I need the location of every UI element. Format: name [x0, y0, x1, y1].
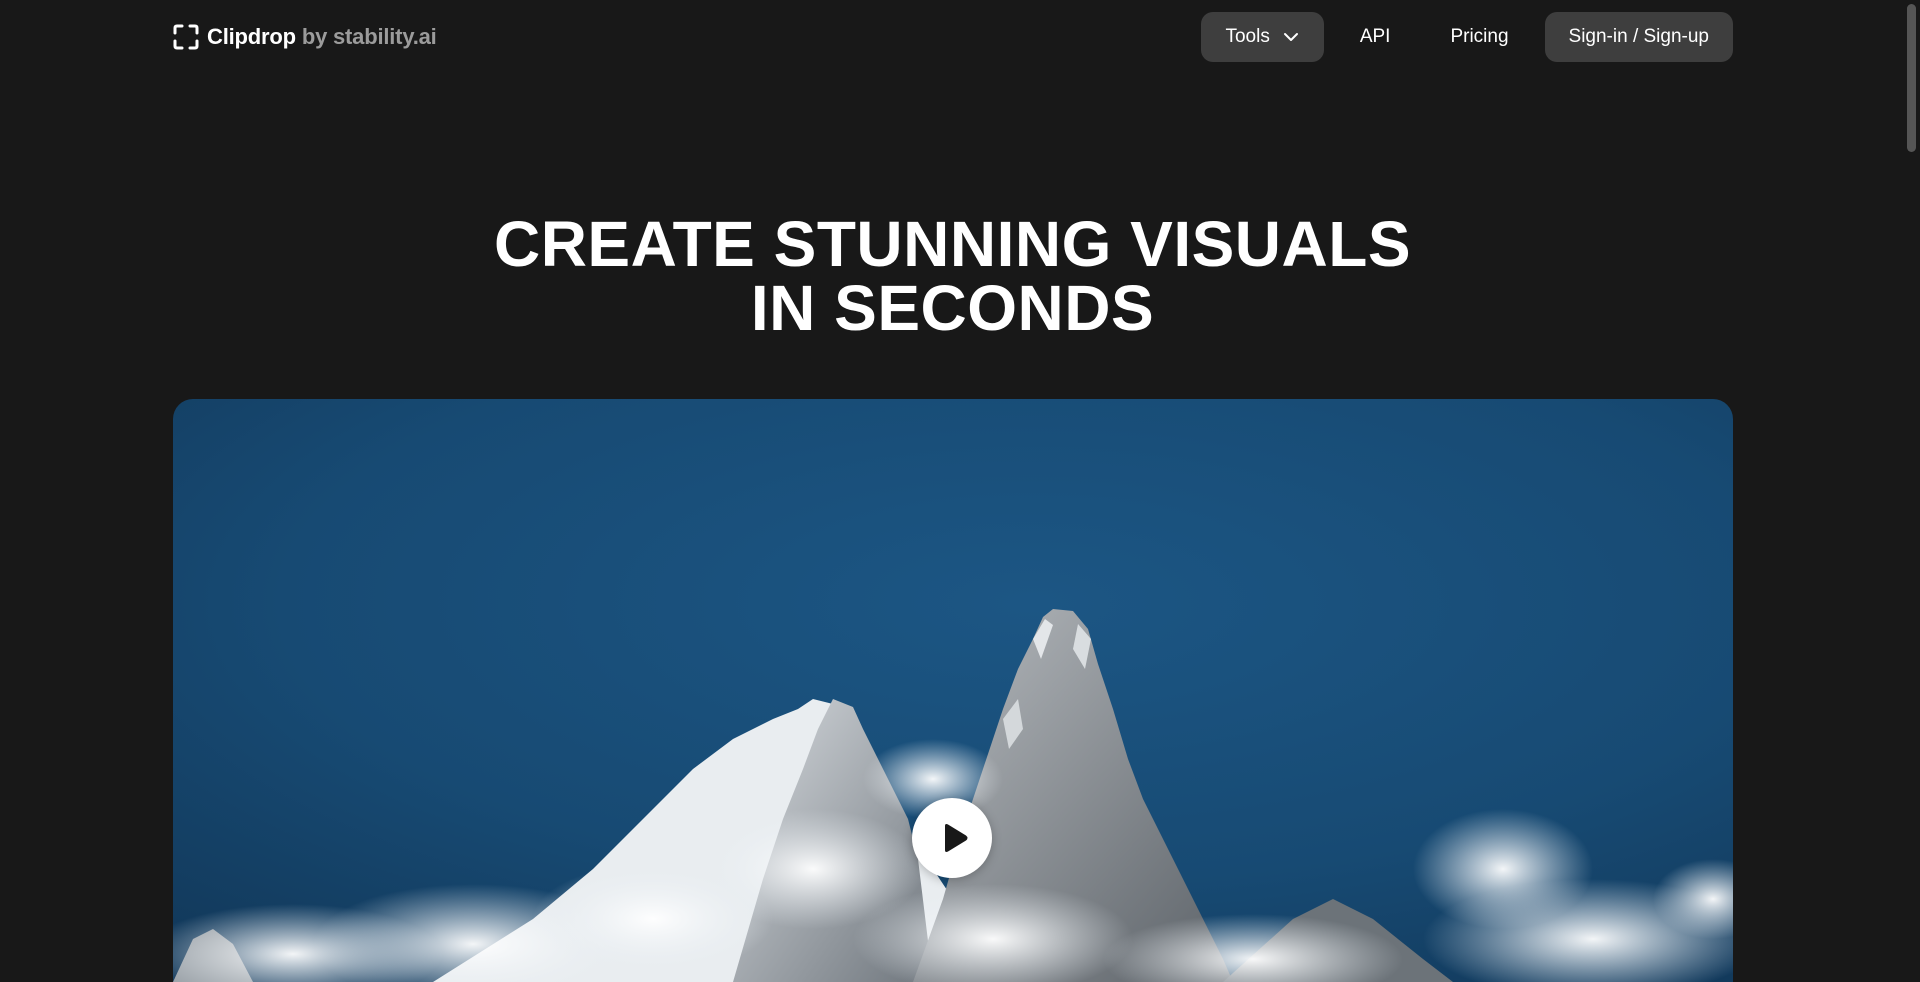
page-scrollbar[interactable] — [1903, 0, 1920, 982]
play-icon — [945, 824, 968, 852]
logo-link[interactable]: Clipdrop by stability.ai — [173, 12, 437, 62]
sign-in-button[interactable]: Sign-in / Sign-up — [1544, 12, 1733, 62]
logo-byline: by stability.ai — [301, 24, 437, 49]
hero-title-line-2: IN SECONDS — [750, 272, 1155, 344]
tools-dropdown-button[interactable]: Tools — [1201, 12, 1324, 62]
mountain-video-poster — [173, 399, 1733, 982]
pricing-link[interactable]: Pricing — [1426, 12, 1532, 62]
clipdrop-bracket-icon — [173, 24, 199, 50]
scrollbar-thumb[interactable] — [1907, 4, 1916, 152]
hero-video[interactable] — [173, 399, 1733, 982]
logo-text: Clipdrop by stability.ai — [207, 24, 437, 50]
page: Clipdrop by stability.ai Tools API Pricin… — [0, 0, 1920, 982]
chevron-down-icon — [1283, 33, 1298, 41]
play-video-button[interactable] — [912, 798, 992, 878]
main-nav: Tools API Pricing Sign-in / Sign-up — [1201, 12, 1733, 62]
top-nav-bar: Clipdrop by stability.ai Tools API Pricin… — [173, 12, 1733, 62]
tools-label: Tools — [1225, 26, 1270, 47]
hero-title: CREATE STUNNING VISUALS IN SECONDS — [0, 212, 1905, 340]
logo-brand: Clipdrop — [207, 24, 296, 49]
api-link[interactable]: API — [1336, 12, 1415, 62]
hero-title-line-1: CREATE STUNNING VISUALS — [493, 208, 1412, 280]
